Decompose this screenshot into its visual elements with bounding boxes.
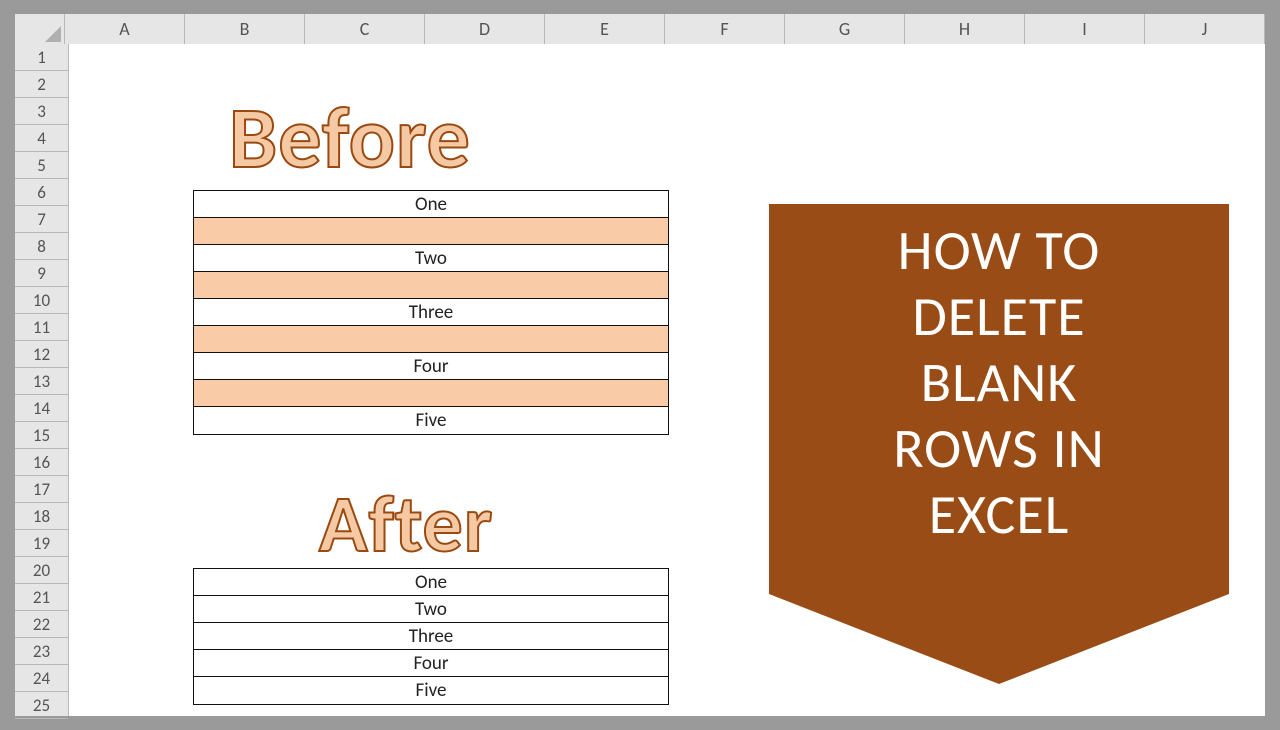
table-blank-row[interactable] [194, 380, 668, 407]
table-row[interactable]: Five [194, 407, 668, 434]
table-blank-row[interactable] [194, 326, 668, 353]
table-row[interactable]: Three [194, 299, 668, 326]
row-headers: 1234567891011121314151617181920212223242… [15, 44, 69, 716]
row-header[interactable]: 13 [15, 368, 68, 395]
row-header[interactable]: 7 [15, 206, 68, 233]
wordart-before: Before [229, 86, 471, 191]
row-header[interactable]: 4 [15, 125, 68, 152]
row-header[interactable]: 20 [15, 557, 68, 584]
row-header[interactable]: 2 [15, 71, 68, 98]
banner-line: EXCEL [929, 481, 1070, 549]
row-header[interactable]: 17 [15, 476, 68, 503]
table-blank-row[interactable] [194, 218, 668, 245]
column-header[interactable]: H [905, 14, 1025, 44]
row-header[interactable]: 3 [15, 98, 68, 125]
table-row[interactable]: Four [194, 650, 668, 677]
table-row[interactable]: One [194, 569, 668, 596]
row-header[interactable]: 14 [15, 395, 68, 422]
select-all-corner[interactable] [15, 14, 65, 44]
column-header[interactable]: I [1025, 14, 1145, 44]
row-header[interactable]: 23 [15, 638, 68, 665]
column-header[interactable]: E [545, 14, 665, 44]
select-all-triangle-icon [45, 26, 61, 42]
wordart-after: After [319, 476, 493, 573]
row-header[interactable]: 6 [15, 179, 68, 206]
row-header[interactable]: 5 [15, 152, 68, 179]
row-header[interactable]: 19 [15, 530, 68, 557]
row-header[interactable]: 12 [15, 341, 68, 368]
row-header[interactable]: 11 [15, 314, 68, 341]
column-header[interactable]: B [185, 14, 305, 44]
after-table: OneTwoThreeFourFive [193, 568, 669, 705]
row-header[interactable]: 10 [15, 287, 68, 314]
banner-line: DELETE [912, 283, 1085, 351]
table-row[interactable]: Two [194, 245, 668, 272]
row-header[interactable]: 15 [15, 422, 68, 449]
banner-line: ROWS IN [893, 415, 1105, 483]
before-table: One Two Three Four Five [193, 190, 669, 435]
title-banner: HOW TO DELETE BLANK ROWS IN EXCEL [769, 204, 1229, 684]
column-header[interactable]: D [425, 14, 545, 44]
column-header[interactable]: G [785, 14, 905, 44]
table-row[interactable]: One [194, 191, 668, 218]
table-row[interactable]: Two [194, 596, 668, 623]
column-header[interactable]: J [1145, 14, 1265, 44]
banner-line: HOW TO [898, 217, 1101, 285]
row-header[interactable]: 21 [15, 584, 68, 611]
row-header[interactable]: 8 [15, 233, 68, 260]
banner-text: HOW TO DELETE BLANK ROWS IN EXCEL [769, 218, 1229, 548]
banner-line: BLANK [921, 349, 1078, 417]
spreadsheet: ABCDEFGHIJ 12345678910111213141516171819… [15, 14, 1265, 716]
row-header[interactable]: 9 [15, 260, 68, 287]
column-headers: ABCDEFGHIJ [15, 14, 1265, 44]
table-row[interactable]: Three [194, 623, 668, 650]
row-header[interactable]: 24 [15, 665, 68, 692]
table-row[interactable]: Four [194, 353, 668, 380]
row-header[interactable]: 22 [15, 611, 68, 638]
table-row[interactable]: Five [194, 677, 668, 704]
column-header[interactable]: C [305, 14, 425, 44]
row-header[interactable]: 16 [15, 449, 68, 476]
row-header[interactable]: 18 [15, 503, 68, 530]
column-header[interactable]: F [665, 14, 785, 44]
row-header[interactable]: 25 [15, 692, 68, 719]
table-blank-row[interactable] [194, 272, 668, 299]
sheet-canvas: Before OneTwoThreeFourFive After OneTwoT… [69, 44, 1265, 716]
column-header[interactable]: A [65, 14, 185, 44]
row-header[interactable]: 1 [15, 44, 68, 71]
